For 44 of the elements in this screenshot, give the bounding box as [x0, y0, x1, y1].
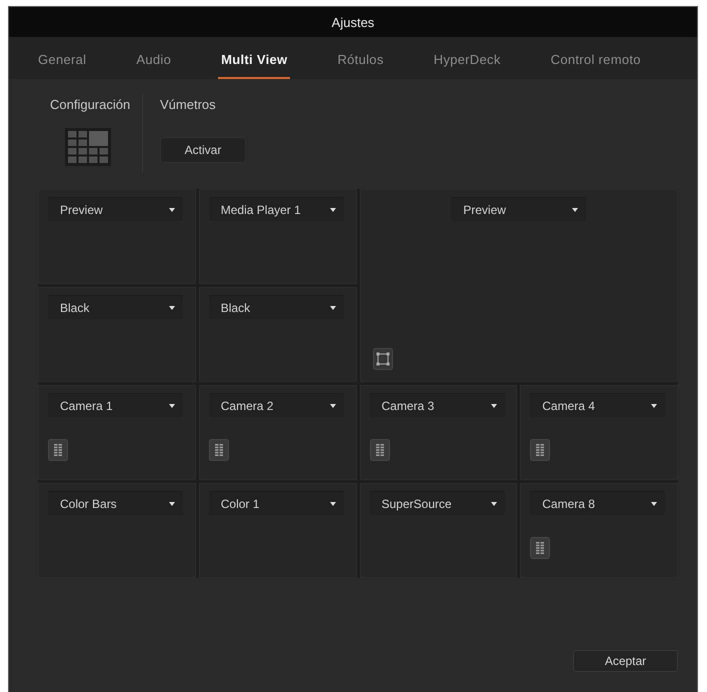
source-dropdown[interactable]: Preview: [451, 197, 586, 221]
caret-icon: [490, 502, 496, 506]
level-meter-icon[interactable]: [530, 537, 550, 559]
caret-icon: [330, 404, 336, 408]
source-dropdown[interactable]: Camera 1: [48, 393, 183, 417]
caret-icon: [572, 208, 578, 212]
tab[interactable]: Rótulos: [334, 37, 387, 79]
source-dropdown[interactable]: Camera 3: [370, 393, 504, 417]
tab[interactable]: HyperDeck: [430, 37, 504, 79]
tab[interactable]: General: [35, 37, 90, 79]
level-meter-icon[interactable]: [530, 439, 550, 461]
source-dropdown[interactable]: Color Bars: [48, 491, 183, 515]
accept-button[interactable]: Aceptar: [573, 650, 678, 672]
caret-icon: [651, 502, 658, 506]
source-dropdown[interactable]: Black: [48, 295, 183, 319]
source-dropdown[interactable]: Camera 2: [208, 393, 344, 417]
caret-icon: [330, 502, 336, 506]
source-dropdown[interactable]: Media Player 1: [208, 197, 344, 221]
tab[interactable]: Multi View: [218, 37, 290, 79]
level-meter-icon[interactable]: [48, 439, 68, 461]
caret-icon: [169, 502, 175, 506]
caret-icon: [169, 306, 175, 310]
source-dropdown[interactable]: Preview: [48, 197, 183, 221]
source-dropdown[interactable]: Black: [208, 295, 344, 319]
tab[interactable]: Control remoto: [548, 37, 644, 79]
level-meter-icon[interactable]: [208, 439, 229, 461]
caret-icon: [169, 208, 175, 212]
window-title: Ajustes: [332, 14, 374, 30]
activate-button[interactable]: Activar: [160, 137, 246, 163]
caret-icon: [490, 404, 496, 408]
frame-icon[interactable]: [372, 348, 392, 370]
caret-icon: [330, 208, 336, 212]
caret-icon: [651, 404, 658, 408]
caret-icon: [330, 306, 336, 310]
section-label: Configuración: [50, 97, 130, 113]
layout-grid-icon[interactable]: [65, 128, 111, 166]
level-meter-icon[interactable]: [370, 439, 390, 461]
source-dropdown[interactable]: Camera 4: [530, 393, 666, 417]
section-label: Vúmetros: [160, 97, 216, 113]
source-dropdown[interactable]: Camera 8: [530, 491, 666, 515]
tab[interactable]: Audio: [133, 37, 174, 79]
source-dropdown[interactable]: Color 1: [208, 491, 344, 515]
caret-icon: [169, 404, 175, 408]
source-dropdown[interactable]: SuperSource: [370, 491, 504, 515]
